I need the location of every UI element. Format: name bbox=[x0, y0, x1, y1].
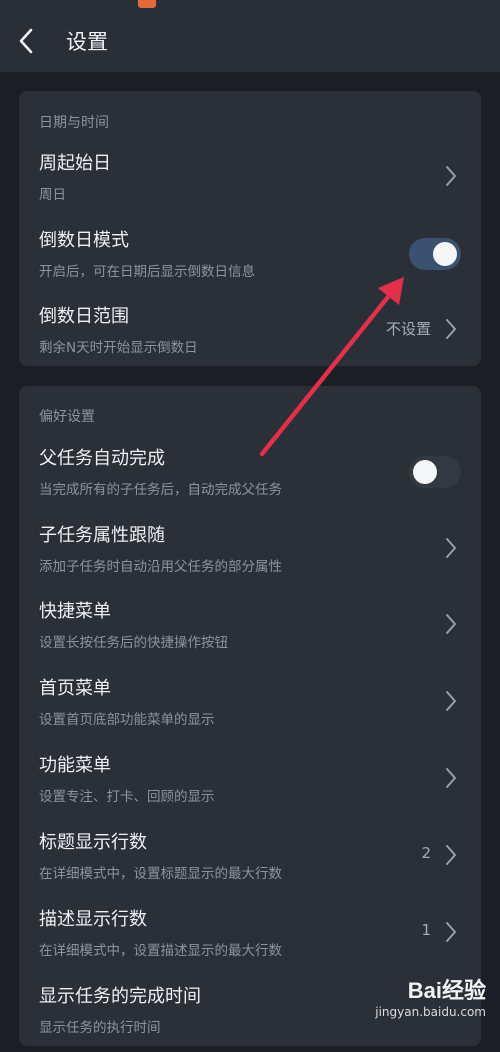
section-label-preferences: 偏好设置 bbox=[39, 409, 95, 425]
top-bar: 设置 bbox=[0, 10, 500, 72]
preferences-section: 偏好设置 父任务自动完成 当完成所有的子任务后，自动完成父任务 子任务属性跟随 … bbox=[19, 386, 481, 1046]
setting-subtitle: 在详细模式中，设置标题显示的最大行数 bbox=[39, 866, 282, 882]
setting-value: 2 bbox=[421, 844, 431, 862]
setting-subtitle: 当完成所有的子任务后，自动完成父任务 bbox=[39, 482, 282, 498]
chevron-right-icon bbox=[446, 691, 456, 711]
toggle-knob bbox=[433, 242, 457, 266]
chevron-right-icon bbox=[446, 614, 456, 634]
setting-subtitle: 开启后，可在日期后显示倒数日信息 bbox=[39, 264, 255, 280]
setting-parent-auto-complete: 父任务自动完成 当完成所有的子任务后，自动完成父任务 bbox=[19, 444, 481, 514]
date-time-section: 日期与时间 周起始日 周日 倒数日模式 开启后，可在日期后显示倒数日信息 倒数日… bbox=[19, 91, 481, 366]
setting-subtitle: 周日 bbox=[39, 187, 66, 203]
setting-subtitle: 在详细模式中，设置描述显示的最大行数 bbox=[39, 943, 282, 959]
setting-week-start[interactable]: 周起始日 周日 bbox=[19, 149, 481, 219]
setting-title: 显示任务的完成时间 bbox=[39, 986, 201, 1007]
setting-title: 倒数日范围 bbox=[39, 306, 129, 327]
setting-subtitle: 设置长按任务后的快捷操作按钮 bbox=[39, 635, 228, 651]
setting-subtitle: 显示任务的执行时间 bbox=[39, 1020, 161, 1036]
notification-badge bbox=[138, 0, 156, 8]
setting-title: 功能菜单 bbox=[39, 755, 111, 776]
setting-countdown-mode: 倒数日模式 开启后，可在日期后显示倒数日信息 bbox=[19, 226, 481, 296]
setting-function-menu[interactable]: 功能菜单 设置专注、打卡、回顾的显示 bbox=[19, 751, 481, 821]
page-title: 设置 bbox=[66, 30, 108, 54]
status-bar bbox=[0, 0, 500, 10]
section-label-date-time: 日期与时间 bbox=[39, 115, 109, 131]
baidu-watermark: Bai经验 jingyan.baidu.com bbox=[375, 973, 486, 1019]
countdown-mode-toggle[interactable] bbox=[409, 238, 461, 270]
setting-value: 1 bbox=[421, 921, 431, 939]
setting-title: 首页菜单 bbox=[39, 678, 111, 699]
setting-title-lines[interactable]: 标题显示行数 在详细模式中，设置标题显示的最大行数 2 bbox=[19, 828, 481, 898]
setting-title: 倒数日模式 bbox=[39, 230, 129, 251]
back-arrow-icon bbox=[19, 28, 33, 54]
setting-subtitle: 剩余N天时开始显示倒数日 bbox=[39, 340, 198, 356]
setting-subtask-follow[interactable]: 子任务属性跟随 添加子任务时自动沿用父任务的部分属性 bbox=[19, 521, 481, 591]
setting-value: 不设置 bbox=[385, 320, 431, 338]
setting-subtitle: 添加子任务时自动沿用父任务的部分属性 bbox=[39, 559, 282, 575]
toggle-knob bbox=[413, 460, 437, 484]
setting-title: 父任务自动完成 bbox=[39, 448, 165, 469]
chevron-right-icon bbox=[446, 922, 456, 942]
back-button[interactable] bbox=[18, 21, 52, 61]
chevron-right-icon bbox=[446, 768, 456, 788]
chevron-right-icon bbox=[446, 166, 456, 186]
chevron-right-icon bbox=[446, 845, 456, 865]
setting-title: 快捷菜单 bbox=[39, 601, 111, 622]
setting-quick-menu[interactable]: 快捷菜单 设置长按任务后的快捷操作按钮 bbox=[19, 597, 481, 667]
setting-title: 描述显示行数 bbox=[39, 909, 147, 930]
watermark-brand: Bai经验 bbox=[407, 978, 486, 1003]
setting-title: 标题显示行数 bbox=[39, 832, 147, 853]
watermark-url: jingyan.baidu.com bbox=[375, 1005, 486, 1019]
chevron-right-icon bbox=[446, 319, 456, 339]
setting-title: 子任务属性跟随 bbox=[39, 525, 165, 546]
setting-description-lines[interactable]: 描述显示行数 在详细模式中，设置描述显示的最大行数 1 bbox=[19, 905, 481, 975]
setting-home-menu[interactable]: 首页菜单 设置首页底部功能菜单的显示 bbox=[19, 674, 481, 744]
setting-countdown-range[interactable]: 倒数日范围 剩余N天时开始显示倒数日 不设置 bbox=[19, 302, 481, 372]
setting-subtitle: 设置专注、打卡、回顾的显示 bbox=[39, 789, 215, 805]
setting-title: 周起始日 bbox=[39, 153, 111, 174]
chevron-right-icon bbox=[446, 538, 456, 558]
setting-subtitle: 设置首页底部功能菜单的显示 bbox=[39, 712, 215, 728]
parent-auto-complete-toggle[interactable] bbox=[409, 456, 461, 488]
